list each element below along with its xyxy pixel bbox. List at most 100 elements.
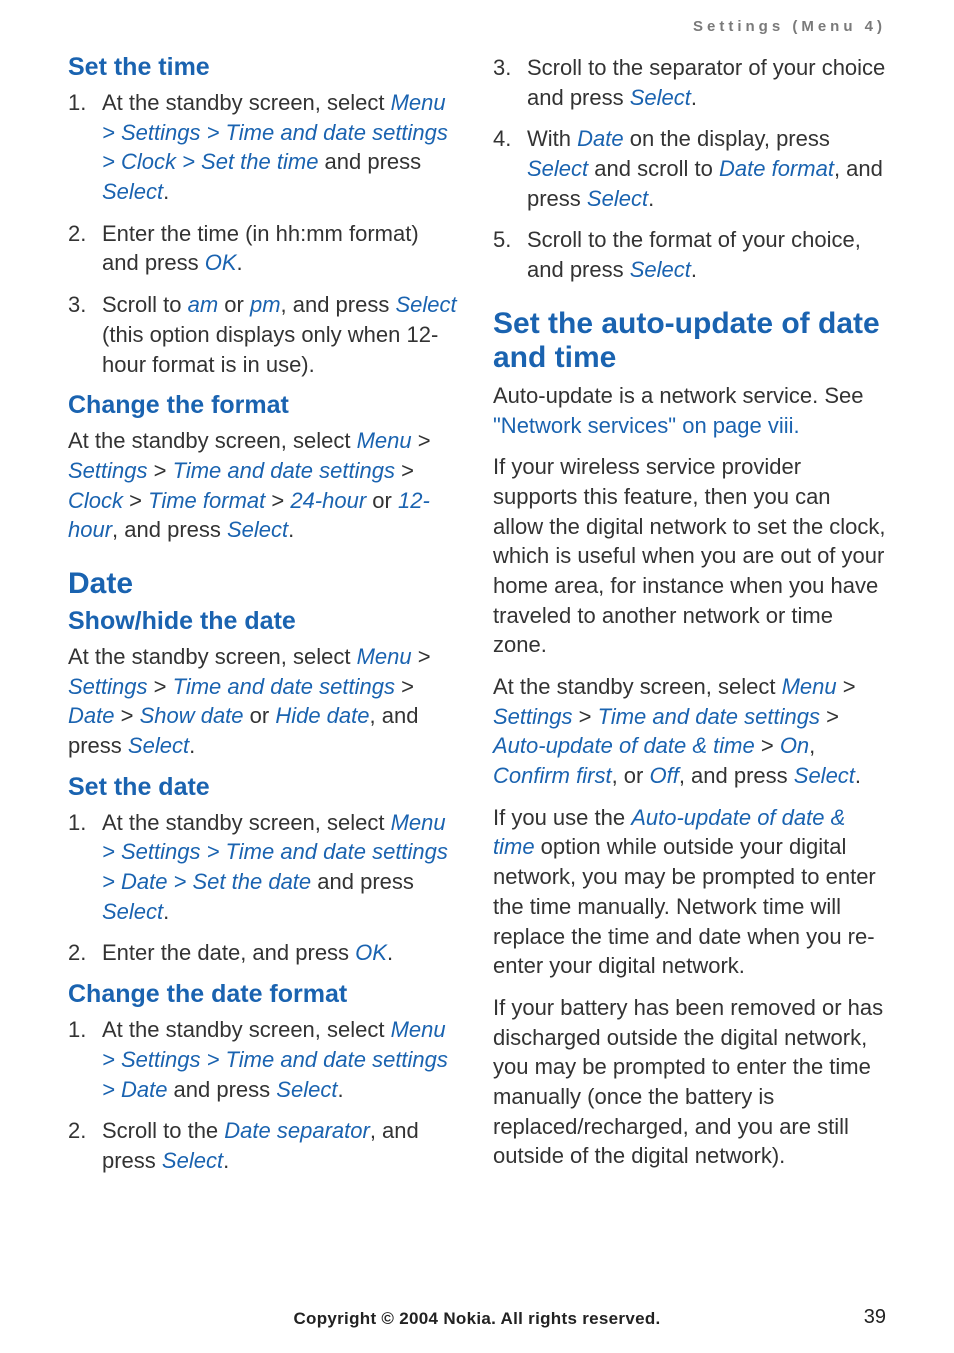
link-network-services[interactable]: "Network services" on page viii. — [493, 413, 800, 438]
key-on: On — [780, 733, 809, 758]
key-select: Select — [527, 156, 588, 181]
heading-auto-update: Set the auto-update of date and time — [493, 307, 886, 375]
t: > — [820, 704, 839, 729]
key-settings: Settings — [68, 674, 148, 699]
t: , and press — [679, 763, 794, 788]
list-item: 2. Scroll to the Date separator, and pre… — [68, 1116, 461, 1175]
key-select: Select — [227, 517, 288, 542]
list-text: Scroll to the Date separator, and press … — [102, 1116, 461, 1175]
t: > — [412, 428, 431, 453]
auto-p5: If your battery has been removed or has … — [493, 993, 886, 1171]
key-select: Select — [630, 85, 691, 110]
list-number: 2. — [68, 938, 102, 968]
t: . — [288, 517, 294, 542]
t: Enter the time (in hh:mm format) and pre… — [102, 221, 419, 276]
key-select: Select — [587, 186, 648, 211]
list-text: Enter the date, and press OK. — [102, 938, 393, 968]
heading-set-the-date: Set the date — [68, 773, 461, 802]
list-item: 3. Scroll to the separator of your choic… — [493, 53, 886, 112]
t: At the standby screen, select — [68, 644, 357, 669]
list-text: Enter the time (in hh:mm format) and pre… — [102, 219, 461, 278]
list-number: 4. — [493, 124, 527, 213]
list-number: 1. — [68, 88, 102, 207]
change-date-format-list: 1. At the standby screen, select Menu > … — [68, 1015, 461, 1175]
left-column: Set the time 1. At the standby screen, s… — [68, 47, 461, 1188]
list-item: 5. Scroll to the format of your choice, … — [493, 225, 886, 284]
key-menu: Menu — [357, 428, 412, 453]
page-number: 39 — [864, 1306, 886, 1329]
copyright-footer: Copyright © 2004 Nokia. All rights reser… — [0, 1309, 954, 1329]
t: Auto-update is a network service. See — [493, 383, 864, 408]
heading-set-the-time: Set the time — [68, 53, 461, 82]
t: or — [218, 292, 250, 317]
t: > — [395, 458, 414, 483]
t: > — [412, 644, 431, 669]
key-date-format: Date format — [719, 156, 834, 181]
auto-p2: If your wireless service provider suppor… — [493, 452, 886, 660]
t: . — [223, 1148, 229, 1173]
t: > — [148, 458, 173, 483]
t: > — [148, 674, 173, 699]
key-am: am — [188, 292, 219, 317]
t: > — [123, 488, 148, 513]
list-text: With Date on the display, press Select a… — [527, 124, 886, 213]
list-item: 1. At the standby screen, select Menu > … — [68, 808, 461, 927]
key-ok: OK — [355, 940, 387, 965]
t: and press — [167, 1077, 276, 1102]
t: or — [366, 488, 398, 513]
t: or — [244, 703, 276, 728]
t: . — [237, 250, 243, 275]
key-settings: Settings — [68, 458, 148, 483]
list-number: 2. — [68, 1116, 102, 1175]
t: and press — [318, 149, 421, 174]
t: Scroll to the — [102, 1118, 224, 1143]
key-settings: Settings — [493, 704, 573, 729]
key-show-date: Show date — [140, 703, 244, 728]
heading-show-hide-date: Show/hide the date — [68, 607, 461, 636]
list-text: Scroll to the format of your choice, and… — [527, 225, 886, 284]
key-menu: Menu — [782, 674, 837, 699]
two-column-layout: Set the time 1. At the standby screen, s… — [68, 47, 886, 1188]
heading-date: Date — [68, 567, 461, 601]
right-column: 3. Scroll to the separator of your choic… — [493, 47, 886, 1188]
t: on the display, press — [624, 126, 830, 151]
list-text: At the standby screen, select Menu > Set… — [102, 1015, 461, 1104]
key-auto-update: Auto-update of date & time — [493, 733, 755, 758]
key-date-separator: Date separator — [224, 1118, 370, 1143]
t: . — [163, 899, 169, 924]
t: At the standby screen, select — [102, 90, 391, 115]
t: . — [189, 733, 195, 758]
list-number: 5. — [493, 225, 527, 284]
list-item: 3. Scroll to am or pm, and press Select … — [68, 290, 461, 379]
t: . — [648, 186, 654, 211]
key-24-hour: 24-hour — [290, 488, 366, 513]
t: option while outside your digital networ… — [493, 834, 876, 978]
list-text: Scroll to am or pm, and press Select (th… — [102, 290, 461, 379]
list-number: 3. — [493, 53, 527, 112]
key-hide-date: Hide date — [275, 703, 369, 728]
heading-change-format: Change the format — [68, 391, 461, 420]
t: . — [691, 257, 697, 282]
t: . — [855, 763, 861, 788]
t: At the standby screen, select — [102, 1017, 391, 1042]
key-menu: Menu — [357, 644, 412, 669]
t: > — [573, 704, 598, 729]
page: Settings (Menu 4) Set the time 1. At the… — [0, 0, 954, 1188]
t: At the standby screen, select — [102, 810, 391, 835]
key-date: Date — [68, 703, 114, 728]
key-clock: Clock — [68, 488, 123, 513]
list-item: 1. At the standby screen, select Menu > … — [68, 1015, 461, 1104]
list-text: At the standby screen, select Menu > Set… — [102, 808, 461, 927]
list-text: At the standby screen, select Menu > Set… — [102, 88, 461, 207]
key-select: Select — [276, 1077, 337, 1102]
key-select: Select — [128, 733, 189, 758]
t: , and press — [112, 517, 227, 542]
list-number: 1. — [68, 1015, 102, 1104]
auto-p3: At the standby screen, select Menu > Set… — [493, 672, 886, 791]
key-confirm-first: Confirm first — [493, 763, 612, 788]
t: Scroll to — [102, 292, 188, 317]
t: > — [395, 674, 414, 699]
heading-change-date-format: Change the date format — [68, 980, 461, 1009]
list-number: 3. — [68, 290, 102, 379]
running-head: Settings (Menu 4) — [68, 18, 886, 35]
